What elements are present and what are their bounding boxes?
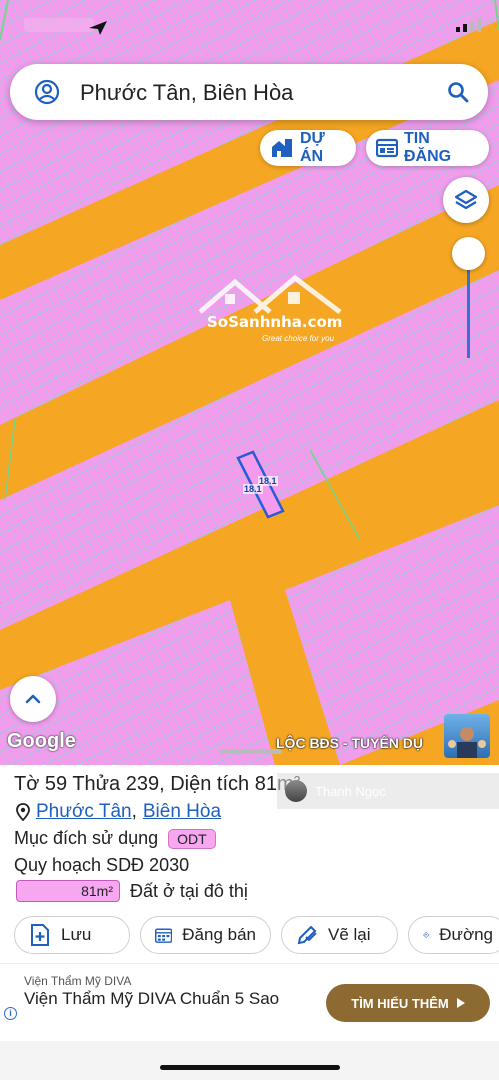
purpose-row: Mục đích sử dụng ODT bbox=[14, 828, 216, 849]
post-sale-label: Đăng bán bbox=[182, 925, 256, 944]
search-input[interactable]: Phước Tân, Biên Hòa bbox=[80, 80, 293, 106]
opacity-slider-thumb[interactable] bbox=[452, 237, 485, 270]
location-row: Phước Tân, Biên Hòa bbox=[16, 801, 221, 823]
status-time bbox=[24, 18, 94, 32]
directions-button[interactable]: Đường bbox=[408, 916, 499, 954]
play-arrow-icon bbox=[456, 998, 465, 1008]
google-attribution: Google bbox=[7, 730, 76, 752]
purpose-label: Mục đích sử dụng bbox=[14, 828, 159, 848]
chevron-up-icon bbox=[25, 694, 41, 704]
du-an-label: DỰ ÁN bbox=[300, 130, 325, 165]
ward-link[interactable]: Phước Tân bbox=[36, 801, 132, 823]
watermark-tagline: Great choice for you bbox=[262, 334, 335, 343]
account-icon[interactable] bbox=[34, 79, 60, 105]
map-pin-icon bbox=[16, 803, 30, 821]
avatar bbox=[285, 780, 307, 802]
ad-info-icon[interactable]: i bbox=[4, 1007, 17, 1020]
action-bar: Lưu Đăng bán Vẽ lại Đường bbox=[14, 916, 499, 954]
ad-headline[interactable]: Viện Thẩm Mỹ DIVA Chuẩn 5 Sao bbox=[24, 989, 284, 1009]
area-row: 81m² Đất ở tại đô thị bbox=[16, 880, 248, 902]
search-icon[interactable] bbox=[446, 80, 470, 104]
home-city-icon bbox=[272, 139, 292, 157]
home-indicator[interactable] bbox=[160, 1065, 340, 1070]
add-document-icon bbox=[31, 924, 49, 946]
directions-label: Đường bbox=[439, 925, 493, 944]
ad-cta-label: TÌM HIỂU THÊM bbox=[351, 995, 449, 1011]
save-label: Lưu bbox=[61, 925, 92, 944]
save-button[interactable]: Lưu bbox=[14, 916, 130, 954]
location-arrow-icon bbox=[89, 21, 107, 35]
expand-up-button[interactable] bbox=[10, 676, 56, 722]
location-separator: , bbox=[131, 801, 137, 822]
du-an-button[interactable]: DỰ ÁN bbox=[260, 130, 356, 166]
parcel-dimension-label: 18.1 bbox=[243, 484, 263, 494]
viewer-name: Thanh Ngọc bbox=[315, 783, 386, 799]
viewer-chip: Thanh Ngọc bbox=[277, 773, 499, 809]
directions-icon bbox=[423, 932, 429, 938]
ad-banner[interactable]: Viện Thẩm Mỹ DIVA Viện Thẩm Mỹ DIVA Chuẩ… bbox=[0, 963, 499, 1041]
parcel-title: Tờ 59 Thửa 239, Diện tích 81m² bbox=[14, 773, 301, 795]
redraw-label: Vẽ lại bbox=[328, 925, 371, 944]
home-area bbox=[0, 1041, 499, 1080]
ad-cta-button[interactable]: TÌM HIỂU THÊM bbox=[326, 984, 490, 1022]
search-bar[interactable]: Phước Tân, Biên Hòa bbox=[10, 64, 488, 120]
plan-label: Quy hoạch SDĐ 2030 bbox=[14, 855, 190, 875]
area-description: Đất ở tại đô thị bbox=[130, 880, 248, 901]
overlay-thumbnail[interactable] bbox=[444, 714, 490, 758]
pen-check-icon bbox=[297, 925, 317, 945]
ad-advertiser: Viện Thẩm Mỹ DIVA bbox=[24, 974, 132, 988]
post-sale-button[interactable]: Đăng bán bbox=[140, 916, 271, 954]
area-value-bar: 81m² bbox=[16, 880, 120, 902]
overlay-banner-text: LỘC BĐS - TUYỂN DỤ bbox=[276, 735, 423, 751]
newspaper-icon bbox=[376, 138, 398, 158]
redraw-button[interactable]: Vẽ lại bbox=[281, 916, 398, 954]
purpose-code-badge: ODT bbox=[168, 828, 216, 849]
tin-dang-button[interactable]: TIN ĐĂNG bbox=[366, 130, 489, 166]
layers-button[interactable] bbox=[443, 177, 489, 223]
calendar-icon bbox=[155, 928, 173, 943]
layers-icon bbox=[454, 189, 478, 210]
tin-dang-label: TIN ĐĂNG bbox=[404, 130, 452, 165]
sheet-drag-handle[interactable] bbox=[220, 749, 282, 754]
signal-icon bbox=[456, 18, 481, 32]
map-view[interactable]: Phước Tân, Biên Hòa DỰ ÁN TIN ĐĂNG SoSan… bbox=[0, 0, 499, 765]
city-link[interactable]: Biên Hòa bbox=[143, 801, 221, 823]
watermark-brand: SoSanhnha.com bbox=[207, 313, 343, 331]
